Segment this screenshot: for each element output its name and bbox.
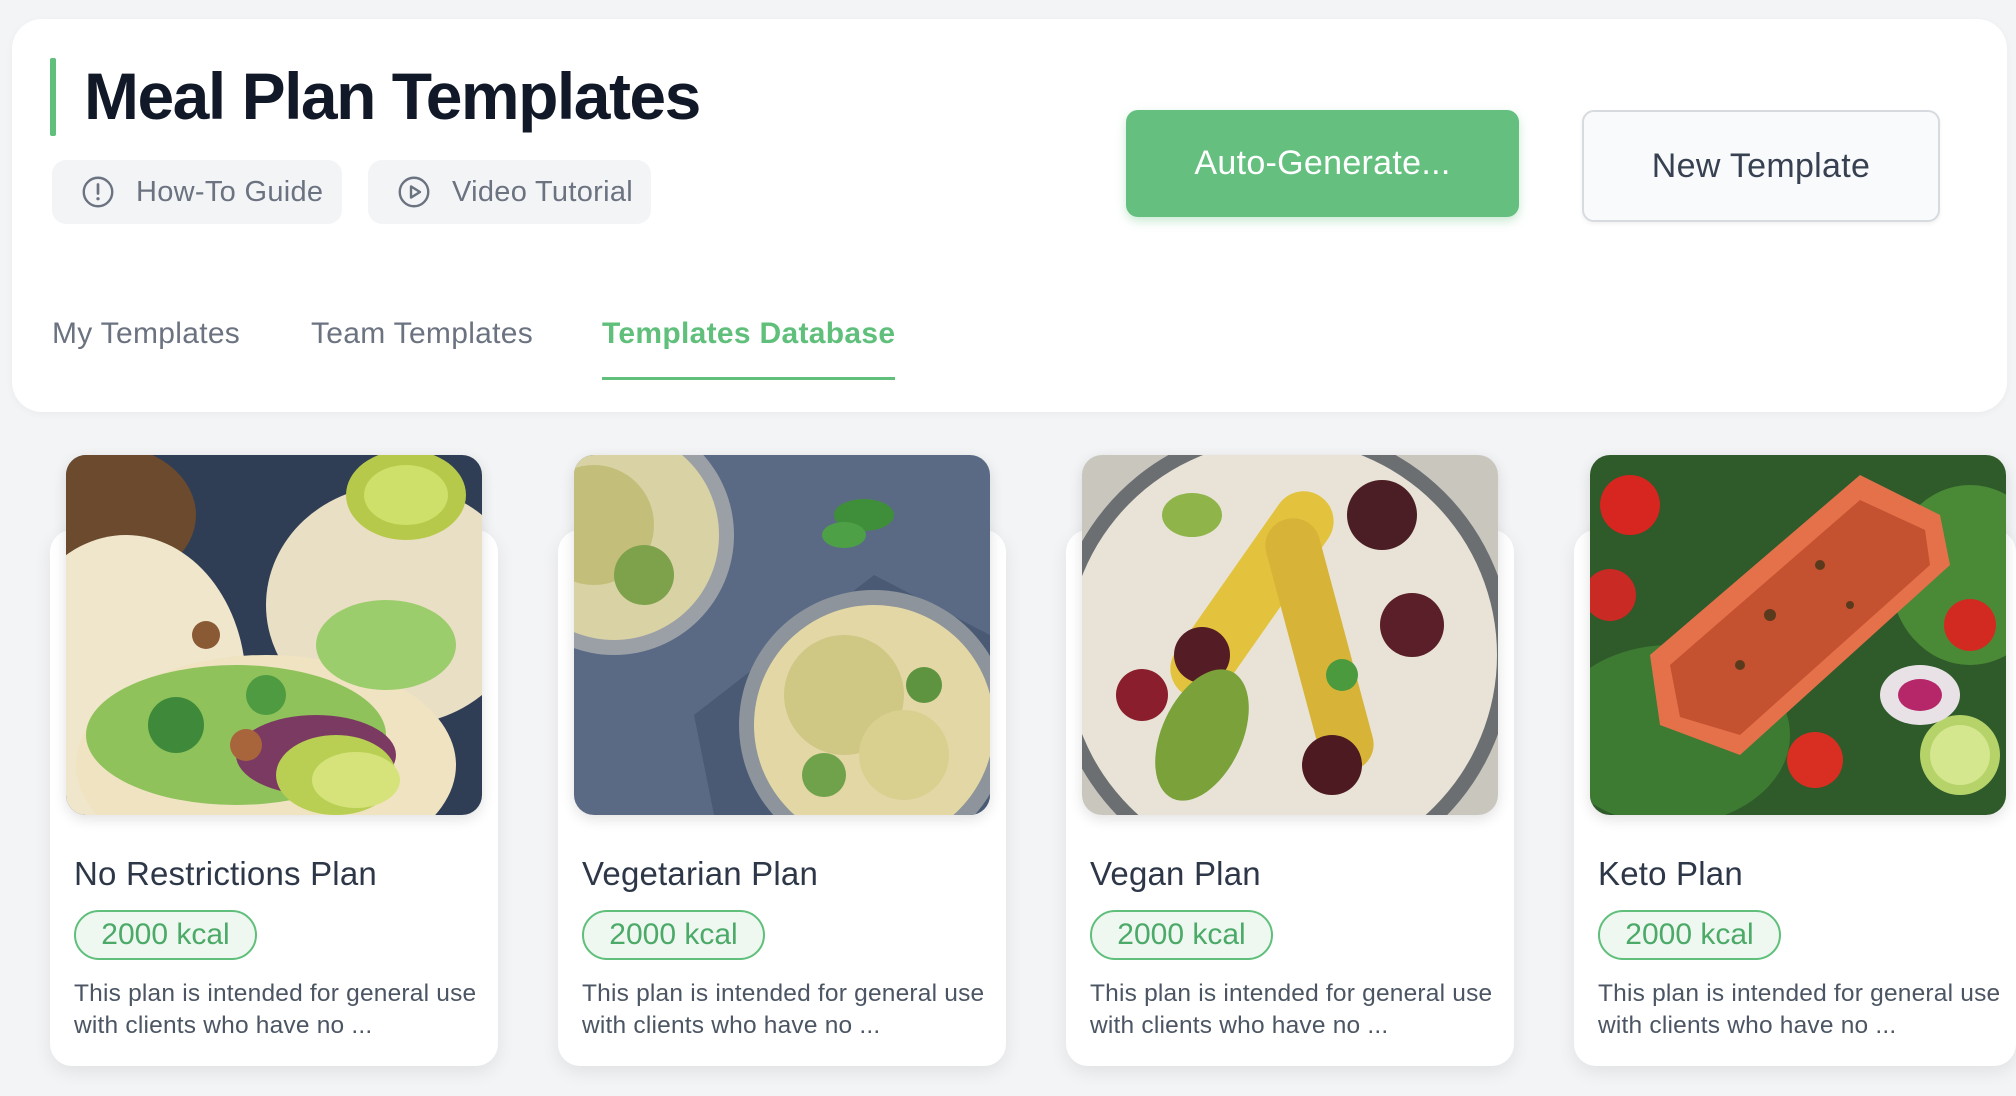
kcal-badge: 2000 kcal	[1598, 910, 1781, 960]
title-accent-bar	[50, 58, 56, 136]
card-title: Vegetarian Plan	[582, 855, 819, 892]
card-title: Keto Plan	[1598, 855, 1743, 892]
card-title: No Restrictions Plan	[74, 855, 377, 892]
card-description: This plan is intended for general use wi…	[582, 980, 985, 1039]
tab-my-templates[interactable]: My Templates	[52, 312, 240, 378]
pasta-salad-photo	[574, 455, 990, 815]
kcal-badge: 2000 kcal	[582, 910, 765, 960]
tab-templates-database[interactable]: Templates Database	[602, 312, 896, 380]
how-to-guide-label: How-To Guide	[136, 175, 324, 208]
card-title: Vegan Plan	[1090, 855, 1261, 892]
corn-bowl-photo	[1082, 455, 1498, 815]
kcal-badge: 2000 kcal	[1090, 910, 1273, 960]
play-circle-icon	[396, 174, 432, 210]
salmon-salad-photo	[1590, 455, 2006, 815]
card-description: This plan is intended for general use wi…	[74, 980, 477, 1039]
kcal-badge: 2000 kcal	[74, 910, 257, 960]
video-tutorial-button[interactable]: Video Tutorial	[368, 160, 651, 224]
card-description: This plan is intended for general use wi…	[1090, 980, 1493, 1039]
page-title: Meal Plan Templates	[84, 59, 701, 133]
info-icon	[80, 174, 116, 210]
auto-generate-button[interactable]: Auto-Generate...	[1126, 110, 1519, 217]
tab-team-templates[interactable]: Team Templates	[311, 312, 533, 378]
card-description: This plan is intended for general use wi…	[1598, 980, 2001, 1039]
new-template-button[interactable]: New Template	[1582, 110, 1940, 222]
video-tutorial-label: Video Tutorial	[452, 175, 634, 208]
how-to-guide-button[interactable]: How-To Guide	[52, 160, 342, 224]
tacos-photo	[66, 455, 482, 815]
